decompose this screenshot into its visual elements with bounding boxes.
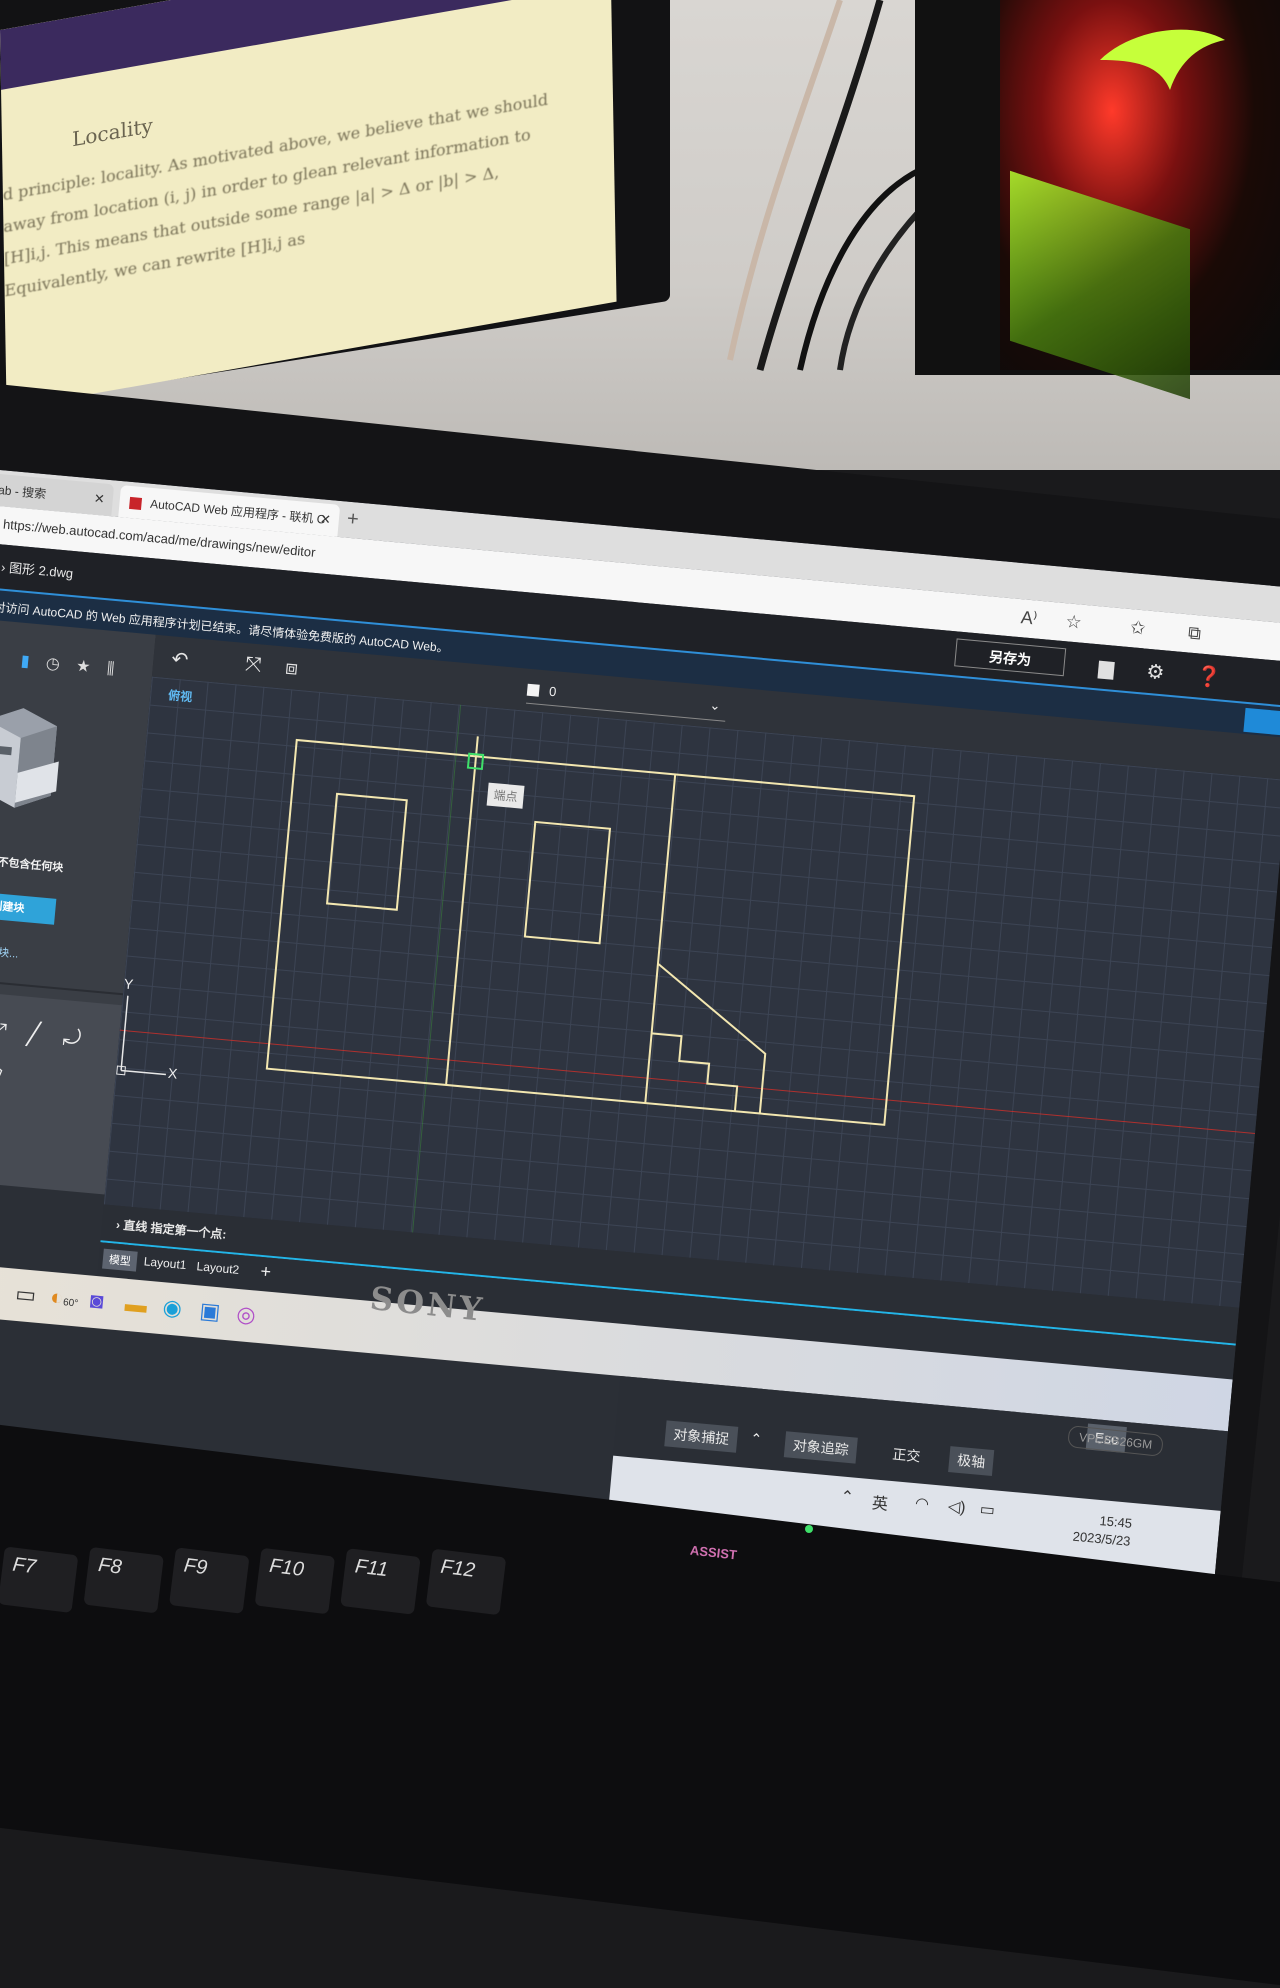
library-icon[interactable]: ⫼ [106, 661, 115, 679]
star-icon[interactable]: ★ [75, 658, 91, 676]
battery-icon[interactable]: ▭ [979, 1499, 996, 1520]
background-browser-tabs [0, 0, 611, 90]
outer-frame [265, 738, 916, 1126]
power-led [805, 1525, 813, 1533]
file-cabinet-icon [0, 708, 59, 808]
layer-name: 0 [548, 683, 558, 700]
undo-icon[interactable]: ↶ [170, 646, 190, 672]
key-f12[interactable]: F12 [425, 1548, 507, 1616]
dimension-tool-icon[interactable]: ⤢ [0, 1017, 8, 1044]
command-prompt: › 直线 指定第一个点: [115, 1217, 227, 1242]
create-block-button[interactable]: 创建块 [0, 890, 57, 925]
ucs-x-label: X [167, 1064, 179, 1082]
new-tab-button[interactable]: + [346, 508, 360, 532]
snap-tooltip: 端点 [486, 782, 525, 809]
polar-button[interactable]: 极轴 [948, 1446, 995, 1477]
favorites-icon[interactable]: ✩ [1129, 617, 1147, 639]
panel-divider [0, 977, 124, 996]
print-icon[interactable]: ▆ [1098, 654, 1116, 680]
x-axis-line [119, 1029, 1256, 1134]
wifi-icon[interactable]: ◠ [914, 1493, 930, 1514]
close-icon[interactable]: ✕ [92, 483, 106, 516]
paper-text: d principle: locality. As motivated abov… [3, 84, 550, 307]
window-rect-1 [325, 792, 408, 911]
laptop-screen: ab - 搜索 ✕ AutoCAD Web 应用程序 - 联机 C ✕ + ht… [0, 470, 1280, 1595]
zoom-window-icon[interactable]: ⧈ [284, 657, 299, 681]
drawing-canvas[interactable]: 俯视 端点 Y X [103, 676, 1280, 1308]
clock[interactable]: 15:45 2023/5/23 [1072, 1510, 1133, 1551]
ortho-button[interactable]: 正交 [883, 1440, 929, 1470]
key-f7[interactable]: F7 [0, 1546, 79, 1614]
tab-model[interactable]: 模型 [102, 1248, 138, 1272]
app-icon[interactable]: ◎ [235, 1301, 256, 1329]
polygon-tool-icon[interactable]: ⬠ [0, 1059, 4, 1087]
paper-heading: Locality [71, 113, 153, 152]
key-f10[interactable]: F10 [254, 1547, 336, 1615]
key-f9[interactable]: F9 [169, 1547, 250, 1614]
weather-temp: 60° [62, 1297, 79, 1310]
object-track-button[interactable]: 对象追踪 [783, 1431, 858, 1464]
notice-action-button[interactable] [1243, 707, 1280, 736]
chevron-down-icon: ⌄ [708, 697, 722, 714]
object-snap-button[interactable]: 对象捕捉 [664, 1420, 739, 1453]
y-axis-line [412, 704, 462, 1233]
tab-layout2[interactable]: Layout2 [196, 1259, 240, 1277]
empty-blocks-text: 此图形不包含任何块 [0, 853, 64, 875]
ucs-y-label: Y [123, 975, 135, 993]
save-as-button[interactable]: 另存为 [954, 638, 1067, 677]
zoom-extents-icon[interactable]: ⤧ [244, 653, 262, 677]
tab-layout1[interactable]: Layout1 [143, 1254, 187, 1272]
key-f8[interactable]: F8 [83, 1546, 164, 1614]
clock-icon[interactable]: ◷ [45, 655, 60, 673]
file-explorer-icon[interactable]: ▬ [124, 1291, 148, 1319]
draw-tools-palette: ∿ ⤢ ╱ ⤾ ◌ ⬠ [0, 989, 122, 1195]
chevron-up-icon[interactable]: ⌃ [840, 1486, 855, 1507]
cursor-line [475, 736, 479, 757]
volume-icon[interactable]: ◁) [947, 1496, 966, 1518]
cables [727, 0, 933, 371]
key-f11[interactable]: F11 [340, 1548, 421, 1615]
line-tool-icon[interactable]: ╱ [26, 1021, 41, 1048]
close-icon[interactable]: ✕ [319, 503, 333, 536]
drawing-geometry [116, 704, 1256, 1233]
drawing-title[interactable]: › 图形 2.dwg [0, 557, 74, 582]
chat-icon[interactable]: ◙ [89, 1288, 105, 1315]
ucs-y-line [120, 995, 129, 1071]
divider-line-1 [445, 756, 478, 1086]
ramp-line [657, 962, 767, 1114]
edge-icon[interactable]: ◉ [162, 1294, 183, 1322]
settings-icon[interactable]: ⚙ [1145, 659, 1165, 686]
browse-blocks-link[interactable]: 浏览块... [0, 942, 19, 962]
polyline-tool-icon[interactable]: ⤾ [62, 1024, 83, 1052]
ucs-x-line [121, 1069, 166, 1076]
tab-label: ab - 搜索 [0, 482, 47, 502]
command-prompt-text: 直线 指定第一个点: [122, 1218, 227, 1242]
collections-icon[interactable]: ⧉ [1187, 622, 1202, 644]
favorite-add-icon[interactable]: ☆ [1065, 611, 1083, 633]
stair-polyline [651, 1032, 739, 1112]
store-icon[interactable]: ▣ [198, 1298, 222, 1326]
add-layout-button[interactable]: + [259, 1261, 272, 1283]
chevron-up-icon[interactable]: ⌃ [750, 1430, 763, 1448]
panel-tabs: ▮ ◷ ★ ⫼ [20, 651, 115, 679]
read-aloud-icon[interactable]: A⁾ [1020, 607, 1038, 629]
clock-date: 2023/5/23 [1072, 1528, 1132, 1549]
window-rect-2 [523, 820, 612, 945]
autocad-favicon-icon [129, 496, 143, 510]
rog-logo-icon [1100, 29, 1225, 90]
file-icon[interactable]: ▮ [20, 653, 30, 671]
weather-icon[interactable]: ◐60° [49, 1284, 80, 1312]
divider-line-2 [644, 774, 677, 1104]
ime-indicator[interactable]: 英 [871, 1489, 889, 1514]
layer-color-swatch [526, 683, 540, 697]
help-icon[interactable]: ❓ [1195, 663, 1222, 690]
task-view-icon[interactable]: ▭ [14, 1281, 37, 1309]
